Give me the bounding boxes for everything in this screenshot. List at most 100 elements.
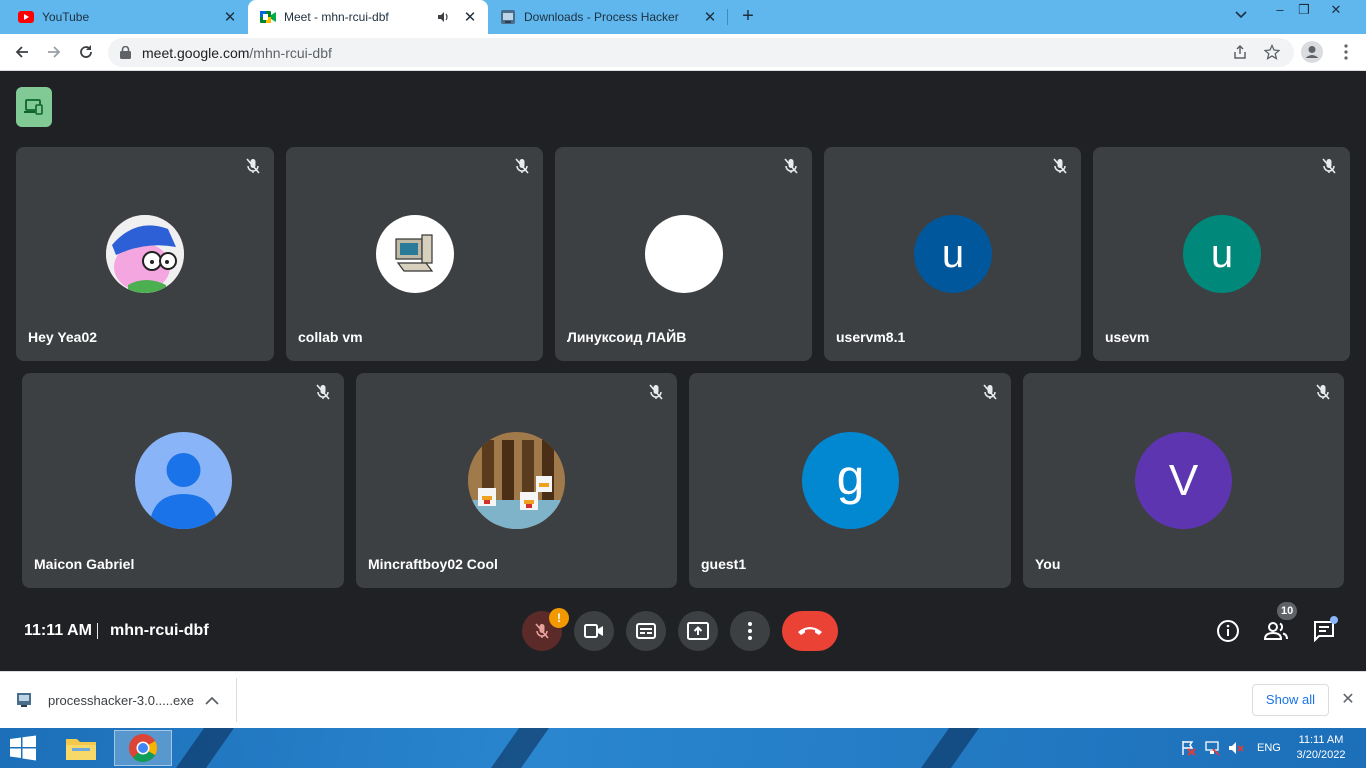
participant-name: Линуксоид ЛАЙВ bbox=[567, 329, 687, 345]
wallpaper-stripe bbox=[920, 728, 980, 768]
participant-tile[interactable]: Hey Yea02 bbox=[16, 147, 274, 361]
input-language-indicator[interactable]: ENG bbox=[1257, 742, 1281, 754]
lock-icon[interactable] bbox=[120, 46, 134, 59]
closed-captions-icon bbox=[636, 623, 656, 639]
download-options-button[interactable] bbox=[205, 692, 221, 708]
participant-name: You bbox=[1035, 556, 1061, 572]
browser-toolbar: meet.google.com/mhn-rcui-dbf bbox=[0, 34, 1366, 71]
participant-tile[interactable]: Maicon Gabriel bbox=[22, 373, 344, 588]
process-hacker-file-icon bbox=[17, 693, 31, 707]
tab-title: Meet - mhn-rcui-dbf bbox=[284, 10, 389, 24]
camera-toggle-button[interactable] bbox=[574, 611, 614, 651]
participant-tile[interactable]: Mincraftboy02 Cool bbox=[356, 373, 677, 588]
restore-button[interactable]: ❒ bbox=[1286, 0, 1322, 22]
show-everyone-button[interactable] bbox=[1261, 616, 1291, 646]
youtube-icon bbox=[18, 9, 34, 25]
profile-button[interactable] bbox=[1300, 40, 1324, 64]
participant-tile[interactable]: u uservm8.1 bbox=[824, 147, 1081, 361]
network-icon[interactable] bbox=[1204, 740, 1220, 756]
avatar-blank bbox=[645, 215, 723, 293]
tab-youtube[interactable]: YouTube ✕ bbox=[0, 0, 248, 34]
reload-button[interactable] bbox=[74, 40, 98, 64]
process-hacker-icon bbox=[500, 9, 516, 25]
participant-name: usevm bbox=[1105, 329, 1150, 345]
present-screen-button[interactable] bbox=[678, 611, 718, 651]
action-center-flag-icon[interactable] bbox=[1180, 740, 1196, 756]
wallpaper-stripe bbox=[175, 728, 235, 768]
participant-tile[interactable]: Линуксоид ЛАЙВ bbox=[555, 147, 812, 361]
avatar-letter: g bbox=[802, 432, 899, 529]
muted-mic-icon bbox=[1320, 157, 1338, 175]
back-button[interactable] bbox=[10, 40, 34, 64]
muted-mic-icon bbox=[1314, 383, 1332, 401]
chat-notification-dot bbox=[1330, 616, 1338, 624]
tab-title: Downloads - Process Hacker bbox=[524, 10, 679, 24]
volume-muted-icon[interactable] bbox=[1228, 740, 1244, 756]
chrome-taskbar-button[interactable] bbox=[114, 730, 172, 766]
download-shelf: processhacker-3.0.....exe Show all ✕ bbox=[0, 671, 1366, 728]
file-explorer-taskbar-button[interactable] bbox=[52, 730, 110, 766]
share-button[interactable] bbox=[1228, 40, 1252, 64]
address-bar[interactable]: meet.google.com/mhn-rcui-dbf bbox=[108, 38, 1294, 67]
participant-tile[interactable]: g guest1 bbox=[689, 373, 1011, 588]
meet-call-view: Hey Yea02 collab vm Линуксоид ЛАЙВ u use… bbox=[0, 71, 1366, 671]
new-tab-button[interactable]: + bbox=[736, 5, 760, 29]
participant-tile[interactable]: u usevm bbox=[1093, 147, 1350, 361]
speaker-icon[interactable] bbox=[438, 12, 452, 22]
system-clock[interactable]: 11:11 AM 3/20/2022 bbox=[1290, 733, 1352, 763]
tab-downloads[interactable]: Downloads - Process Hacker ✕ bbox=[488, 0, 728, 34]
divider bbox=[236, 678, 237, 722]
participant-name: Hey Yea02 bbox=[28, 329, 98, 345]
participant-tile[interactable]: V You bbox=[1023, 373, 1344, 588]
tab-meet[interactable]: Meet - mhn-rcui-dbf ✕ bbox=[248, 0, 488, 34]
share-icon bbox=[1234, 44, 1246, 59]
more-vert-icon bbox=[1344, 44, 1348, 60]
muted-mic-icon bbox=[1051, 157, 1069, 175]
download-filename: processhacker-3.0.....exe bbox=[48, 692, 194, 708]
download-item[interactable]: processhacker-3.0.....exe bbox=[16, 684, 194, 716]
muted-mic-icon bbox=[244, 157, 262, 175]
tab-search-button[interactable] bbox=[1223, 5, 1259, 27]
forward-arrow-icon bbox=[48, 46, 61, 58]
start-button[interactable] bbox=[8, 734, 38, 762]
bookmark-button[interactable] bbox=[1260, 40, 1284, 64]
avatar-letter: V bbox=[1135, 432, 1232, 529]
avatar-initial: V bbox=[1168, 455, 1199, 505]
close-tab-icon[interactable]: ✕ bbox=[462, 9, 478, 26]
close-window-button[interactable]: ✕ bbox=[1318, 0, 1354, 22]
more-options-button[interactable] bbox=[730, 611, 770, 651]
participant-name: guest1 bbox=[701, 556, 747, 572]
clock-date: 3/20/2022 bbox=[1296, 749, 1346, 761]
muted-mic-icon bbox=[782, 157, 800, 175]
chrome-icon bbox=[129, 734, 157, 763]
leave-call-button[interactable] bbox=[782, 611, 838, 651]
tab-title: YouTube bbox=[42, 10, 90, 24]
avatar-initial: u bbox=[1210, 232, 1234, 276]
videocam-icon bbox=[584, 624, 603, 638]
participant-name: collab vm bbox=[298, 329, 363, 345]
chevron-up-icon bbox=[205, 696, 219, 705]
close-tab-icon[interactable]: ✕ bbox=[222, 9, 238, 26]
participant-name: Maicon Gabriel bbox=[34, 556, 135, 572]
google-meet-icon bbox=[260, 9, 276, 25]
wallpaper-stripe bbox=[490, 728, 550, 768]
mic-warning-badge[interactable]: ! bbox=[549, 608, 569, 628]
avatar-initial: g bbox=[836, 448, 865, 505]
browser-menu-button[interactable] bbox=[1334, 40, 1358, 64]
star-icon bbox=[1264, 44, 1280, 60]
captions-button[interactable] bbox=[626, 611, 666, 651]
meeting-details-button[interactable] bbox=[1213, 616, 1243, 646]
forward-button[interactable] bbox=[42, 40, 66, 64]
clock-time: 11:11 AM bbox=[1298, 734, 1344, 746]
participant-tile[interactable]: collab vm bbox=[286, 147, 543, 361]
profile-icon bbox=[1301, 41, 1323, 63]
close-shelf-button[interactable]: ✕ bbox=[1339, 691, 1357, 709]
divider bbox=[97, 623, 98, 639]
muted-mic-icon bbox=[513, 157, 531, 175]
close-tab-icon[interactable]: ✕ bbox=[702, 9, 718, 26]
call-end-icon bbox=[798, 627, 822, 635]
url-text: meet.google.com/mhn-rcui-dbf bbox=[142, 45, 332, 61]
companion-mode-button[interactable] bbox=[16, 87, 52, 127]
show-all-downloads-button[interactable]: Show all bbox=[1252, 684, 1329, 716]
reload-icon bbox=[80, 45, 92, 58]
